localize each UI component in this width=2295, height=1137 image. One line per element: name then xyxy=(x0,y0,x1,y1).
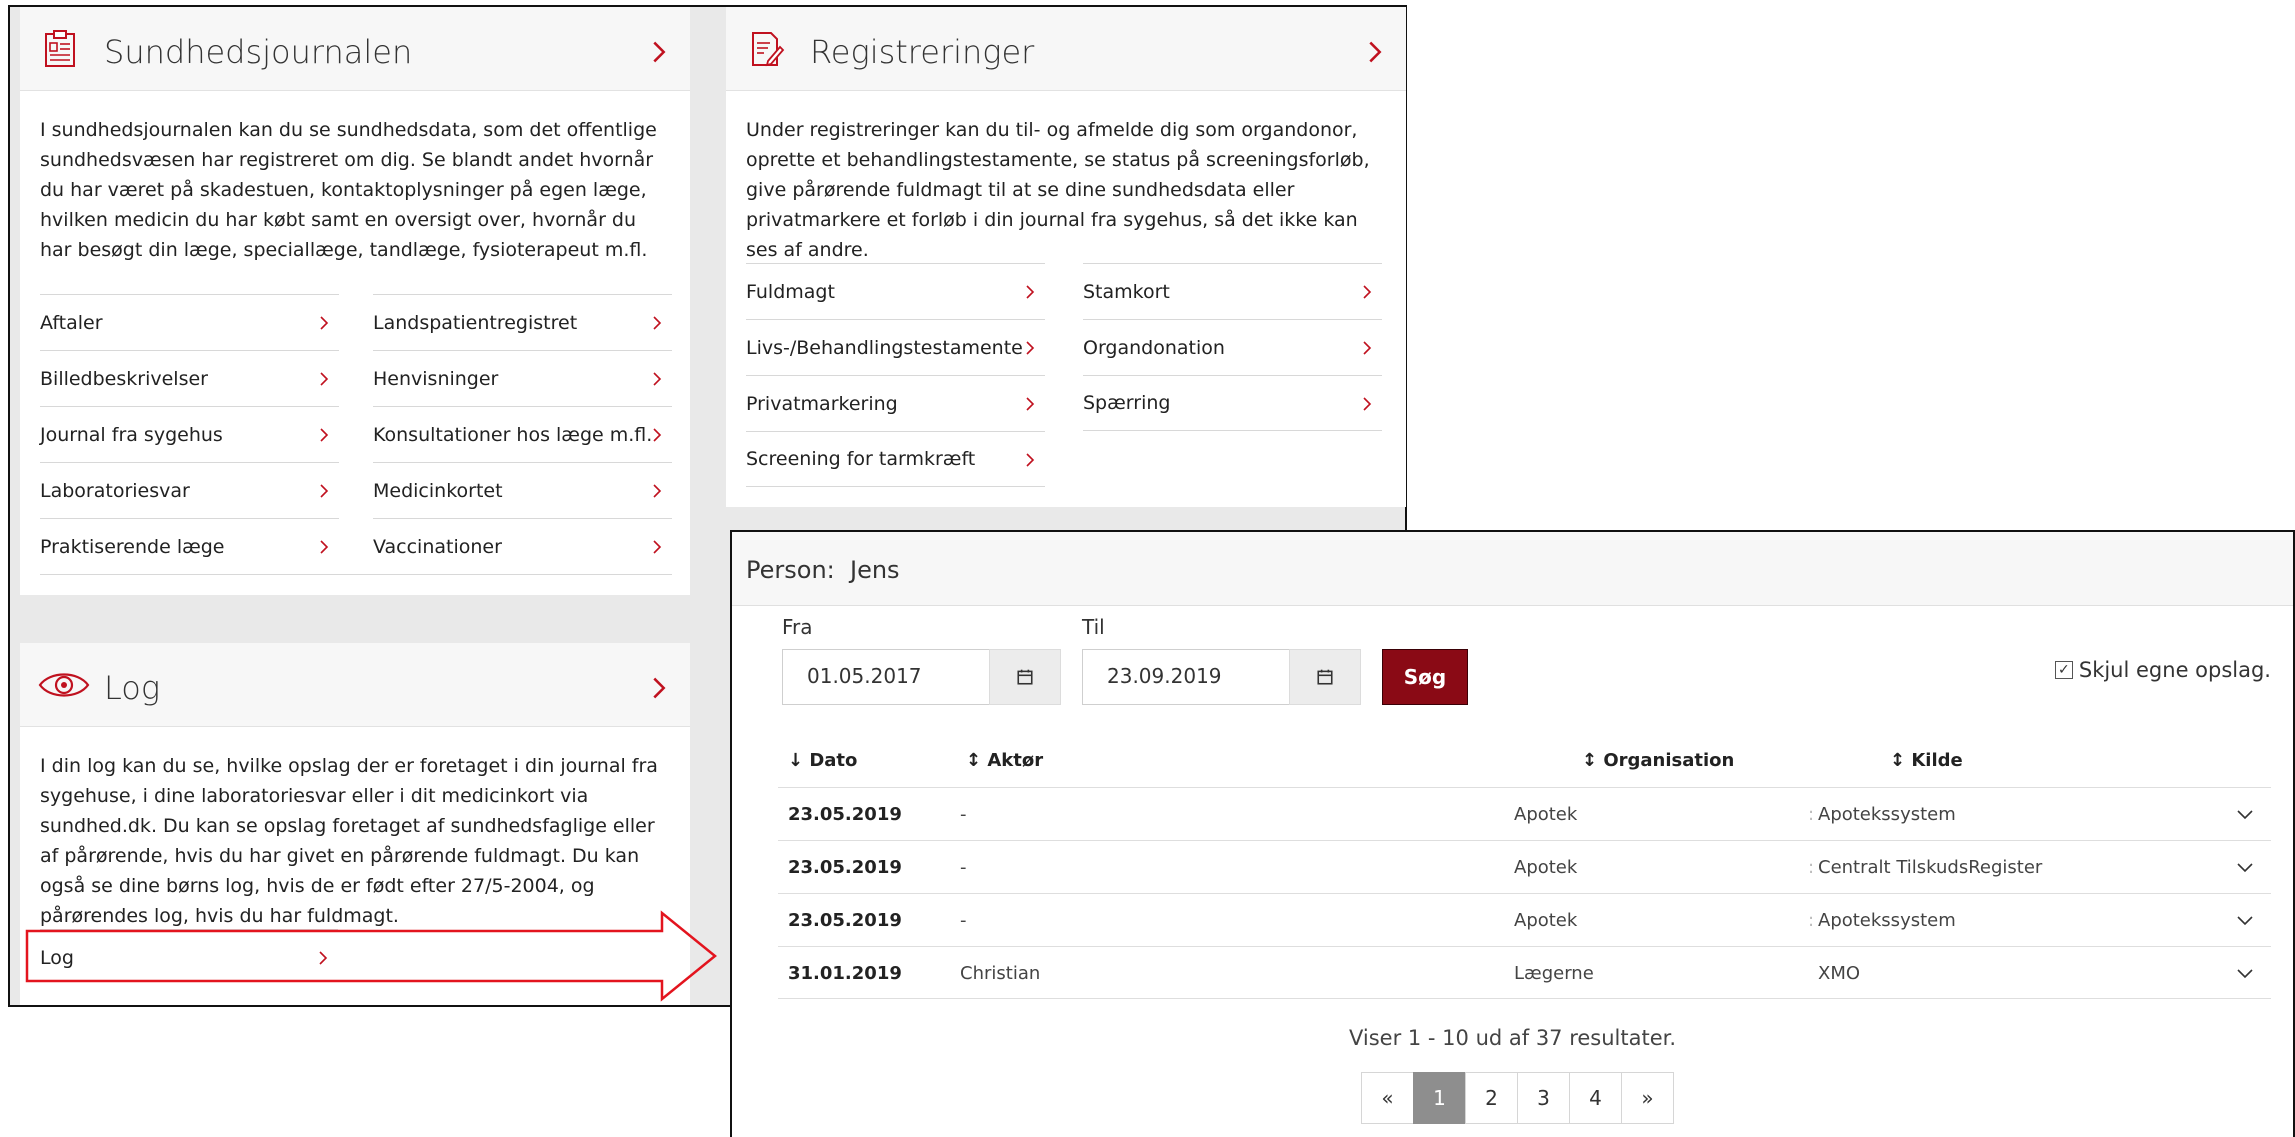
link-konsultationer[interactable]: Konsultationer hos læge m.fl. xyxy=(373,406,672,462)
clipboard-icon xyxy=(45,30,75,67)
registreringer-card: Registreringer Under registreringer kan … xyxy=(726,7,1406,507)
table-row[interactable]: 23.05.2019 - Apotek : Centralt TilskudsR… xyxy=(778,840,2271,893)
link-medicinkortet[interactable]: Medicinkortet xyxy=(373,462,672,518)
link-screening-tarmkraeft[interactable]: Screening for tarmkræft xyxy=(746,431,1045,487)
chevron-down-icon[interactable] xyxy=(2237,916,2253,926)
registreringer-header[interactable]: Registreringer xyxy=(726,7,1406,91)
pager-first[interactable]: « xyxy=(1361,1072,1414,1124)
link-behandlingstestamente[interactable]: Livs-/Behandlingstestamente xyxy=(746,319,1045,375)
chevron-right-icon xyxy=(1360,285,1374,299)
to-date-input[interactable]: 23.09.2019 xyxy=(1082,649,1290,705)
registreringer-links: Fuldmagt Stamkort Livs-/Behandlingstesta… xyxy=(746,263,1382,487)
chevron-down-icon[interactable] xyxy=(2237,969,2253,979)
chevron-right-icon[interactable] xyxy=(648,41,670,63)
card-title: Sundhedsjournalen xyxy=(104,33,413,71)
link-laboratoriesvar[interactable]: Laboratoriesvar xyxy=(40,462,339,518)
link-praktiserende-laege[interactable]: Praktiserende læge xyxy=(40,518,339,574)
card-description: I din log kan du se, hvilke opslag der e… xyxy=(40,755,658,927)
calendar-icon xyxy=(1316,668,1334,686)
chevron-right-icon xyxy=(650,540,664,554)
link-henvisninger[interactable]: Henvisninger xyxy=(373,350,672,406)
link-organdonation[interactable]: Organdonation xyxy=(1083,319,1382,375)
chevron-right-icon xyxy=(1023,397,1037,411)
table-row[interactable]: 23.05.2019 - Apotek : Apotekssystem xyxy=(778,893,2271,946)
chevron-right-icon xyxy=(317,484,331,498)
document-pen-icon xyxy=(752,32,785,67)
hide-own-lookups[interactable]: ✓ Skjul egne opslag. xyxy=(2054,658,2271,682)
link-fuldmagt[interactable]: Fuldmagt xyxy=(746,263,1045,319)
chevron-right-icon xyxy=(1023,285,1037,299)
column-header-aktor[interactable]: ↕ Aktør xyxy=(966,750,1043,771)
pager-page-3[interactable]: 3 xyxy=(1517,1072,1570,1124)
log-card: Log I din log kan du se, hvilke opslag d… xyxy=(20,643,690,1005)
pager-page-1[interactable]: 1 xyxy=(1413,1072,1466,1124)
log-links: Log xyxy=(40,929,672,985)
from-calendar-button[interactable] xyxy=(989,649,1061,705)
table-row[interactable]: 31.01.2019 Christian Lægerne XMO xyxy=(778,946,2271,999)
card-description: Under registreringer kan du til- og afme… xyxy=(746,119,1370,261)
chevron-right-icon xyxy=(650,372,664,386)
chevron-right-icon xyxy=(317,428,331,442)
person-title: Person: Jens xyxy=(746,556,900,584)
eye-icon xyxy=(38,673,90,697)
link-log[interactable]: Log xyxy=(40,929,338,985)
column-header-dato[interactable]: ↓ Dato xyxy=(788,750,857,771)
chevron-right-icon xyxy=(650,428,664,442)
checkbox-icon[interactable]: ✓ xyxy=(2054,661,2073,679)
from-label: Fra xyxy=(782,615,813,639)
column-header-kilde[interactable]: ↕ Kilde xyxy=(1890,750,1963,771)
link-aftaler[interactable]: Aftaler xyxy=(40,294,339,350)
chevron-right-icon xyxy=(1360,341,1374,355)
pager-page-2[interactable]: 2 xyxy=(1465,1072,1518,1124)
card-title: Registreringer xyxy=(810,33,1035,71)
link-journal-fra-sygehus[interactable]: Journal fra sygehus xyxy=(40,406,339,462)
chevron-right-icon[interactable] xyxy=(648,677,670,699)
pagination: « 1 2 3 4 » xyxy=(1361,1072,1674,1124)
calendar-icon xyxy=(1016,668,1034,686)
to-label: Til xyxy=(1082,615,1105,639)
from-date-input[interactable]: 01.05.2017 xyxy=(782,649,990,705)
card-description: I sundhedsjournalen kan du se sundhedsda… xyxy=(40,119,657,261)
link-stamkort[interactable]: Stamkort xyxy=(1083,263,1382,319)
pager-page-4[interactable]: 4 xyxy=(1569,1072,1622,1124)
results-summary: Viser 1 - 10 ud af 37 resultater. xyxy=(1348,1026,1677,1050)
pager-last[interactable]: » xyxy=(1621,1072,1674,1124)
link-vaccinationer[interactable]: Vaccinationer xyxy=(373,518,672,574)
sundhedsjournalen-links: Aftaler Landspatientregistret Billedbesk… xyxy=(40,294,672,575)
chevron-right-icon xyxy=(1360,397,1374,411)
chevron-down-icon[interactable] xyxy=(2237,863,2253,873)
link-spaerring[interactable]: Spærring xyxy=(1083,375,1382,431)
chevron-down-icon[interactable] xyxy=(2237,810,2253,820)
chevron-right-icon xyxy=(650,484,664,498)
chevron-right-icon xyxy=(1023,341,1037,355)
log-view-panel: Person: Jens Fra 01.05.2017 Til 23.09.20… xyxy=(730,530,2295,1137)
chevron-right-icon xyxy=(316,951,330,965)
column-header-organisation[interactable]: ↕ Organisation xyxy=(1582,750,1734,771)
card-title: Log xyxy=(104,669,161,707)
to-calendar-button[interactable] xyxy=(1289,649,1361,705)
log-header[interactable]: Log xyxy=(20,643,690,727)
link-billedbeskrivelser[interactable]: Billedbeskrivelser xyxy=(40,350,339,406)
search-button[interactable]: Søg xyxy=(1382,649,1468,705)
chevron-right-icon xyxy=(317,540,331,554)
chevron-right-icon xyxy=(1023,453,1037,467)
sundhedsjournalen-header[interactable]: Sundhedsjournalen xyxy=(20,7,690,91)
link-privatmarkering[interactable]: Privatmarkering xyxy=(746,375,1045,431)
chevron-right-icon xyxy=(317,316,331,330)
chevron-right-icon xyxy=(317,372,331,386)
sundhedsjournalen-card: Sundhedsjournalen I sundhedsjournalen ka… xyxy=(20,7,690,595)
link-landspatientregistret[interactable]: Landspatientregistret xyxy=(373,294,672,350)
chevron-right-icon xyxy=(650,316,664,330)
chevron-right-icon[interactable] xyxy=(1364,41,1386,63)
log-view-header: Person: Jens xyxy=(732,532,2293,606)
table-row[interactable]: 23.05.2019 - Apotek : Apotekssystem xyxy=(778,787,2271,840)
